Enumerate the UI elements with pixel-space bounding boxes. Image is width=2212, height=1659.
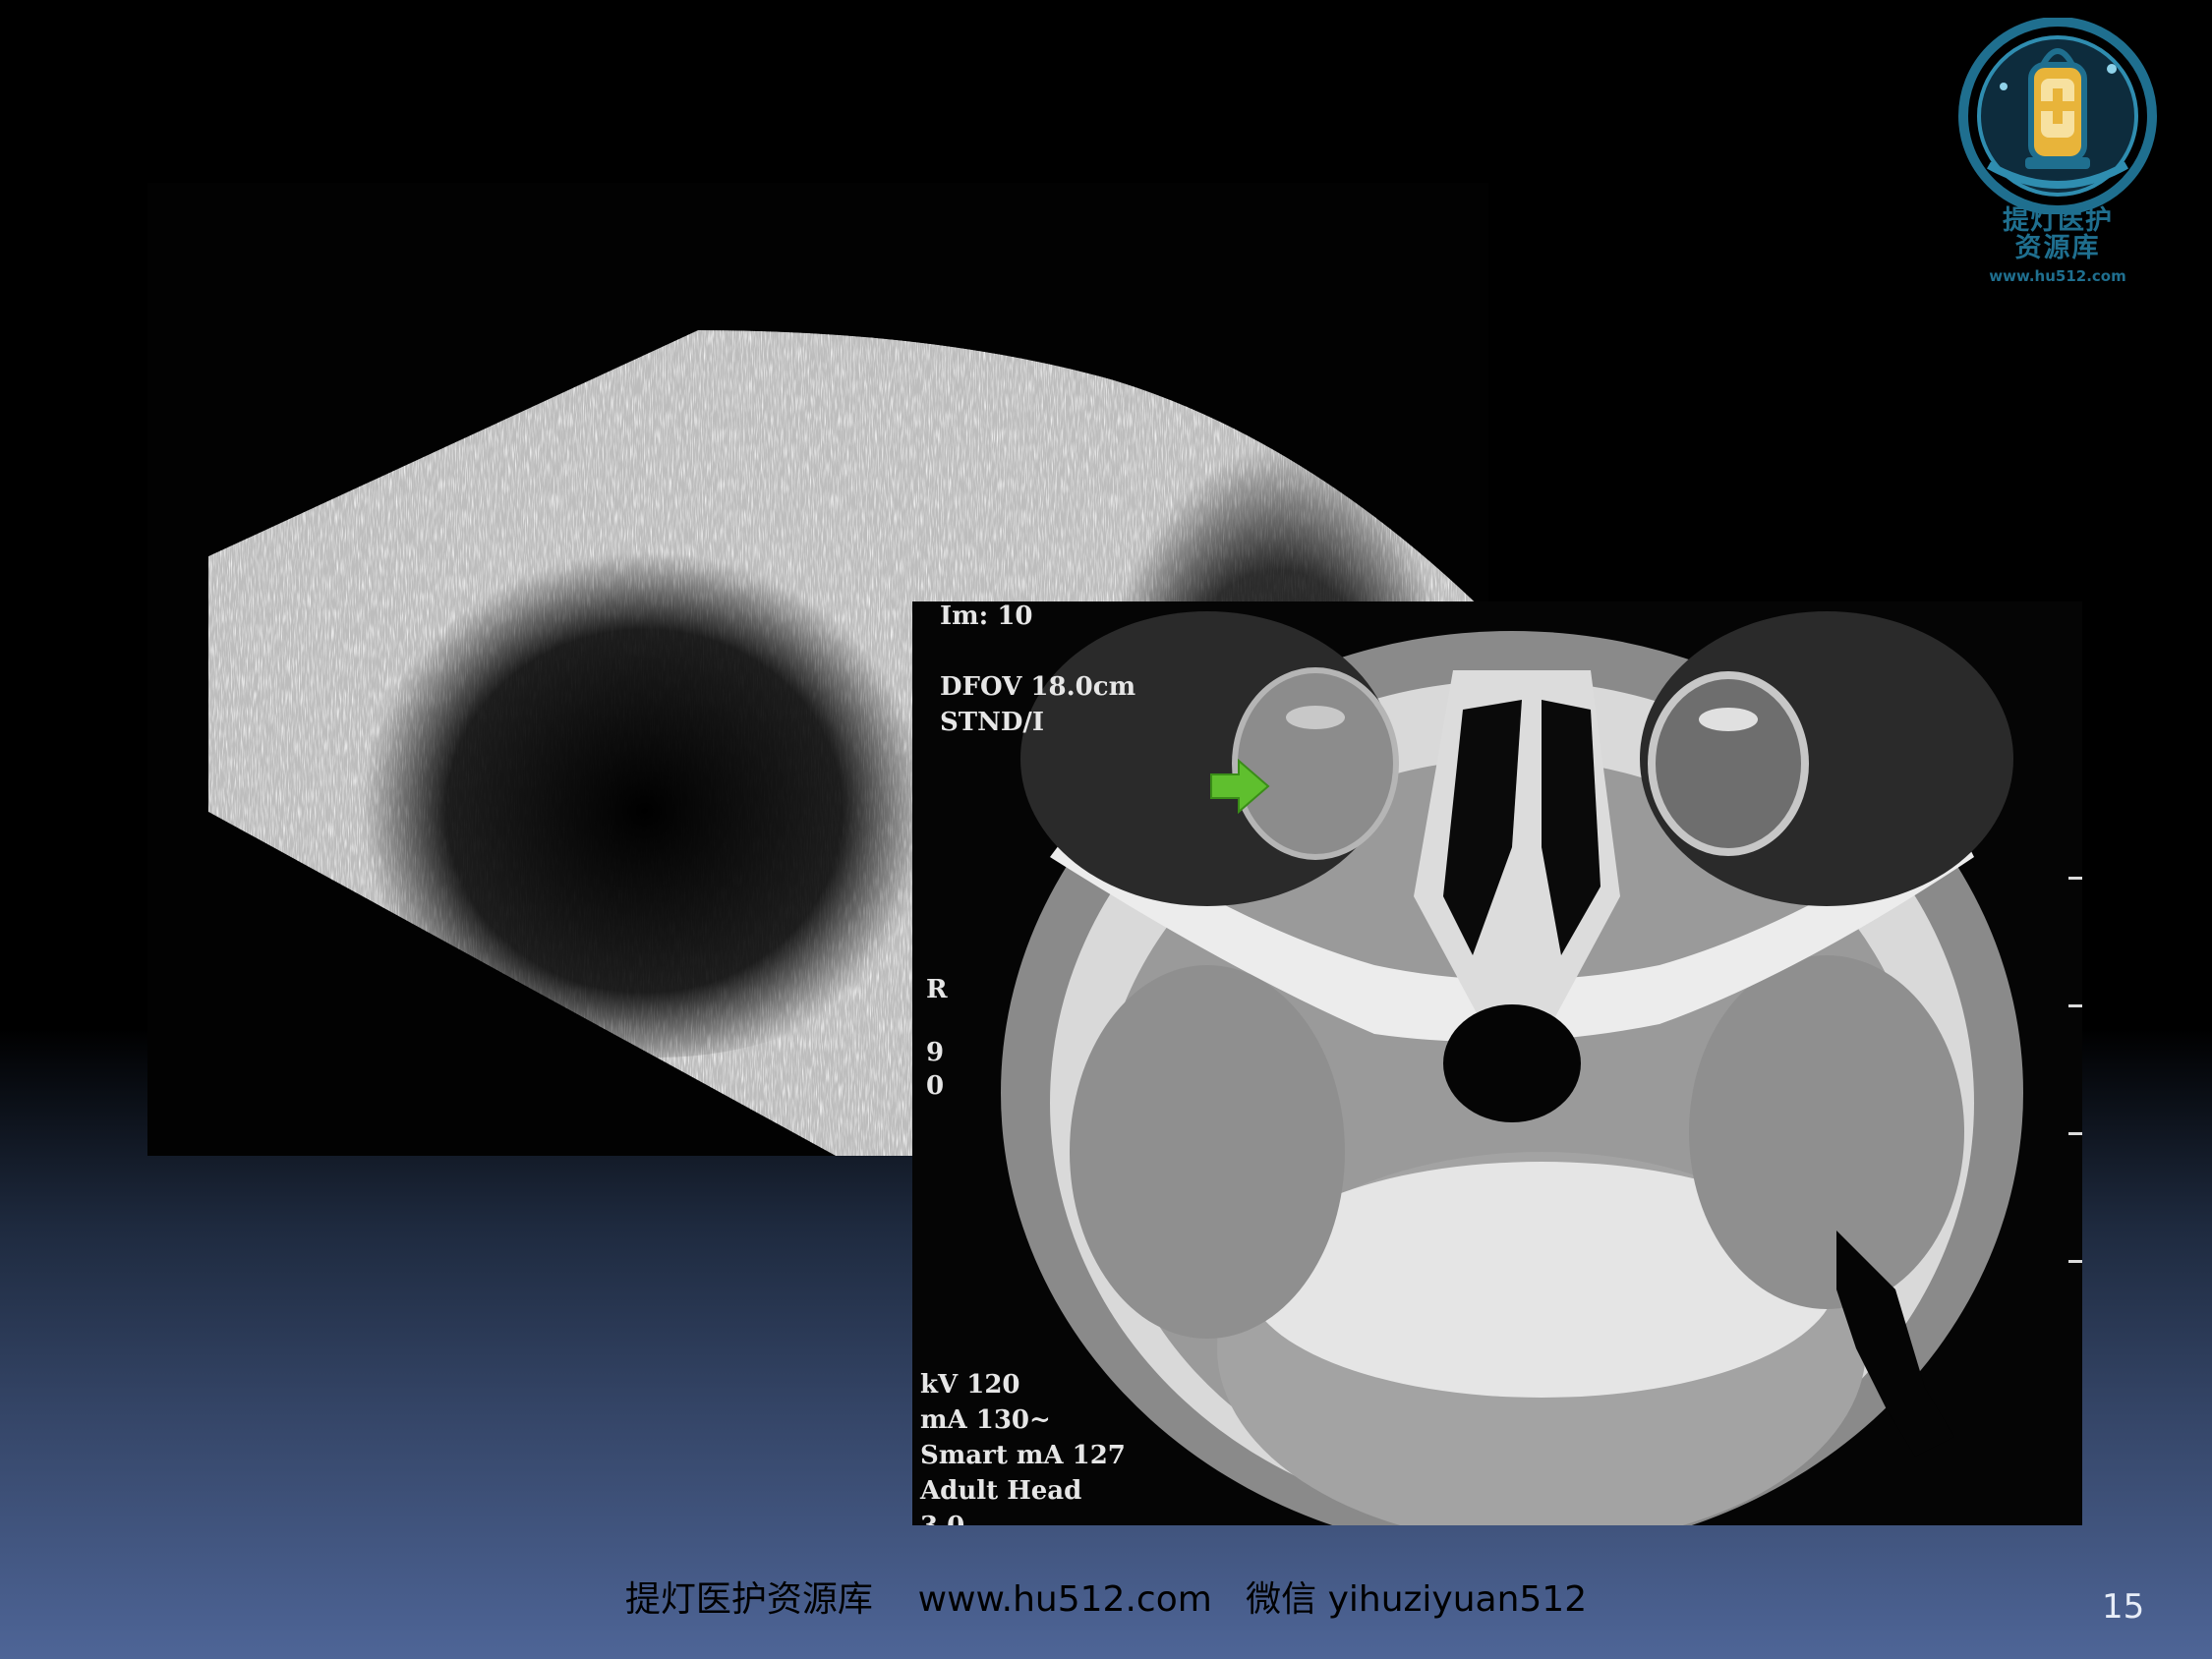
ct-scan-image: Im: 10 DFOV 18.0cm STND/I R 9 0 kV 120 m… [912,601,2082,1525]
ct-label-zero: 0 [926,1071,945,1101]
ct-label-r: R [926,975,948,1004]
ct-label-nine: 9 [926,1038,945,1067]
ct-label-dfov: DFOV 18.0cm [940,672,1136,702]
lantern-emblem-icon [1958,18,2157,214]
logo-url: www.hu512.com [1989,267,2126,285]
footer-watermark-text: 提灯医护资源库 www.hu512.com 微信 yihuziyuan512 [624,1579,1588,1620]
ct-label-slice: 3.0 [920,1512,964,1525]
ct-scan-graphic [912,601,2082,1525]
ct-label-image-number: Im: 10 [940,601,1033,631]
page-number: 15 [2102,1587,2145,1627]
ct-label-adult-head: Adult Head [920,1476,1082,1506]
logo-text-line2: 资源库 [2014,233,2101,263]
ct-label-ma: mA 130~ [920,1405,1051,1435]
logo: 提灯医护 资源库 www.hu512.com [1945,18,2171,285]
green-arrow-icon [1210,759,1270,814]
ct-label-kv: kV 120 [920,1370,1020,1400]
slide: 提灯医护 资源库 www.hu512.com Im: 10 DFOV 18.0c… [0,0,2212,1659]
ct-label-stnd: STND/I [940,708,1045,737]
logo-text-line1: 提灯医护 [2003,205,2113,236]
ct-label-smart-ma: Smart mA 127 [920,1441,1126,1470]
